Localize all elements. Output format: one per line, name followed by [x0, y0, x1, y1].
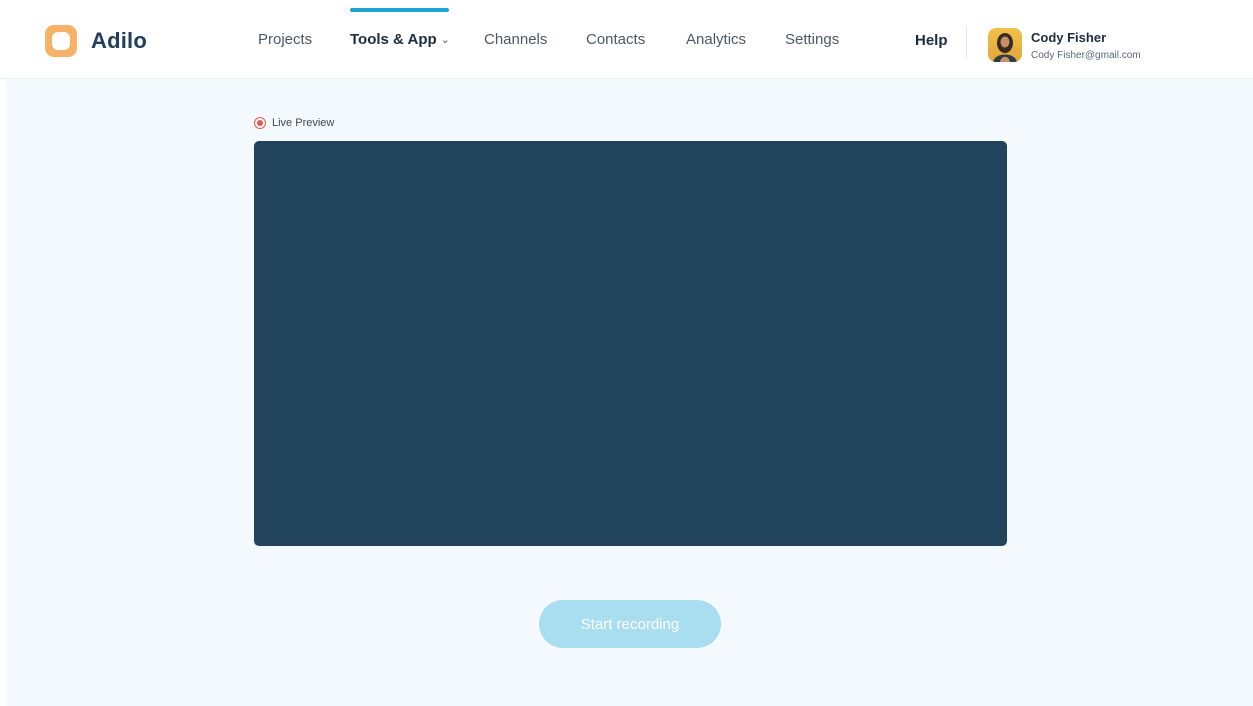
active-tab-indicator: [350, 8, 449, 12]
app-logo[interactable]: Adilo: [45, 25, 147, 57]
record-dot-icon: [254, 117, 266, 129]
live-preview-screen: [254, 141, 1007, 546]
app-name: Adilo: [91, 28, 147, 53]
nav-item-contacts[interactable]: Contacts: [586, 31, 645, 48]
nav-item-settings[interactable]: Settings: [785, 31, 839, 48]
nav-item-tools-app[interactable]: Tools & App ⌄: [350, 31, 450, 48]
header-divider: [966, 26, 967, 58]
chevron-down-icon: ⌄: [440, 34, 450, 46]
nav-item-projects[interactable]: Projects: [258, 31, 312, 48]
top-header: Adilo Projects Tools & App ⌄ Channels Con…: [0, 0, 1253, 79]
avatar[interactable]: [988, 28, 1022, 62]
live-preview-text: Live Preview: [272, 117, 335, 129]
logo-icon: [45, 25, 77, 57]
start-recording-button[interactable]: Start recording: [539, 600, 721, 648]
nav-item-analytics[interactable]: Analytics: [686, 31, 746, 48]
user-name[interactable]: Cody Fisher: [1031, 30, 1106, 45]
live-preview-label: Live Preview: [254, 117, 334, 129]
user-email: Cody Fisher@gmail.com: [1031, 50, 1141, 61]
nav-item-channels[interactable]: Channels: [484, 31, 547, 48]
help-link[interactable]: Help: [915, 32, 948, 49]
nav-item-tools-app-label: Tools & App: [350, 31, 437, 48]
